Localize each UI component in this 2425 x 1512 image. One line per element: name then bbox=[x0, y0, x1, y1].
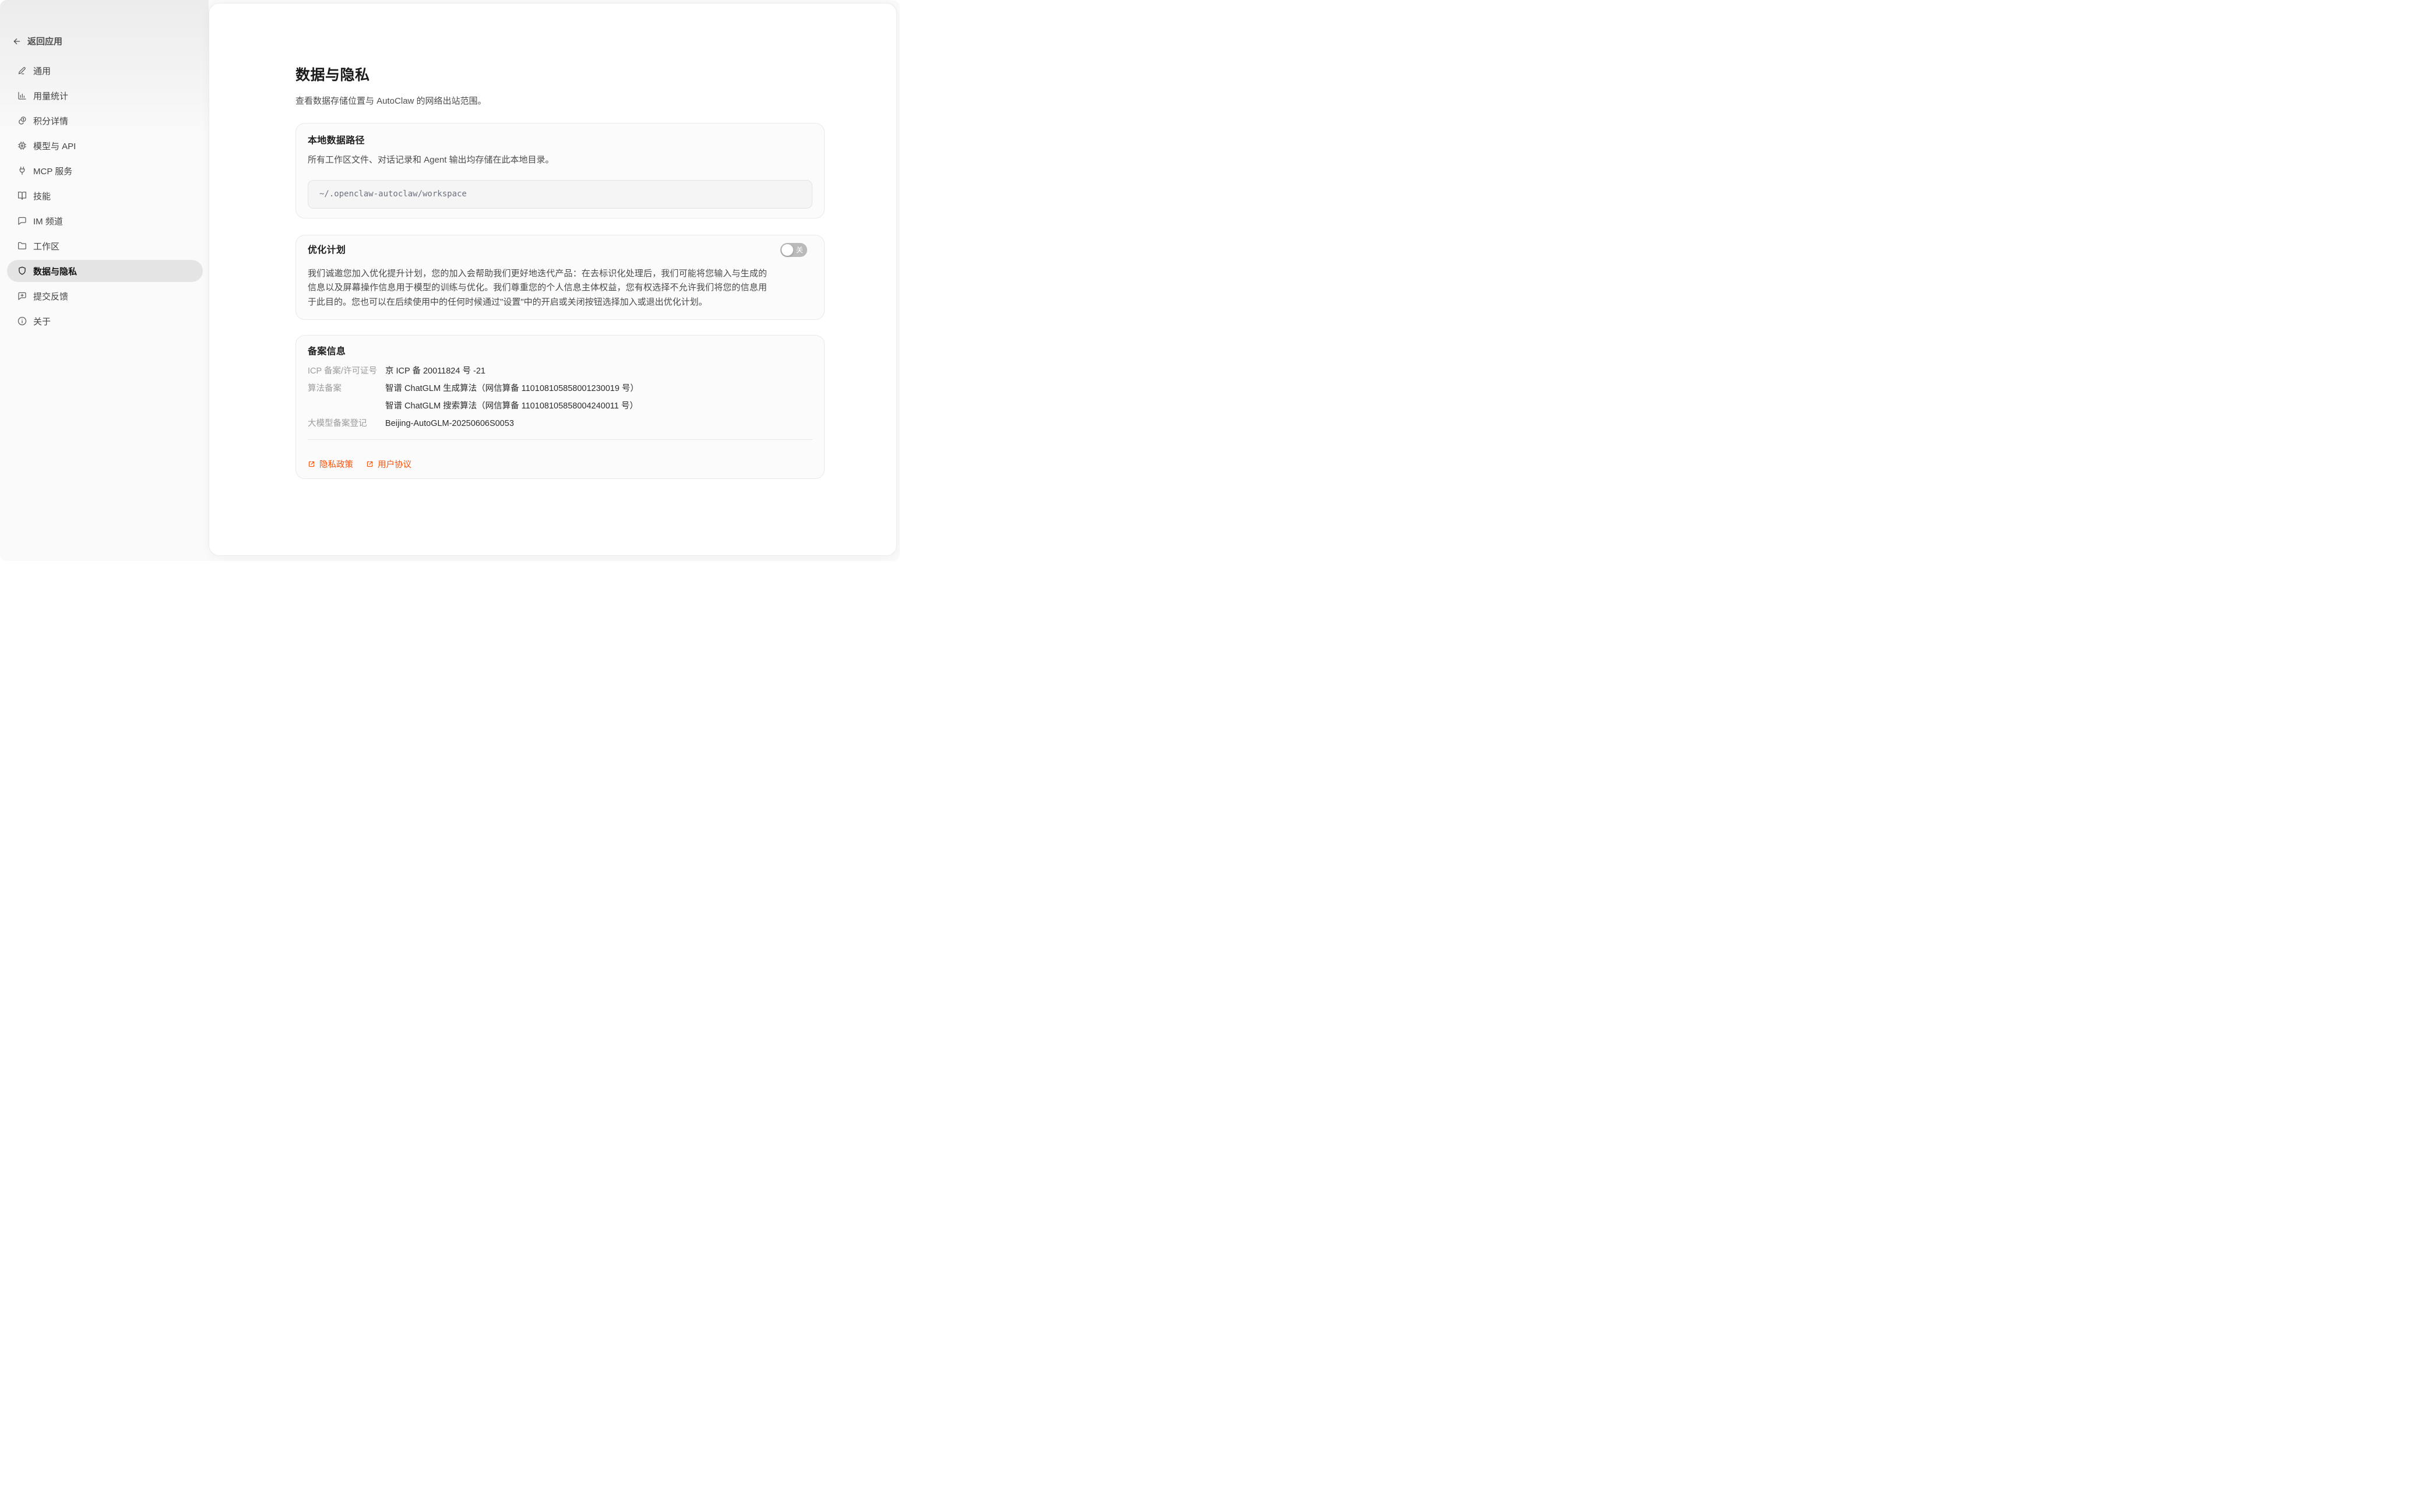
privacy-policy-label: 隐私政策 bbox=[319, 458, 353, 470]
filing-row-label: 算法备案 bbox=[308, 380, 385, 415]
sidebar-item-label: 提交反馈 bbox=[33, 290, 68, 302]
filing-row-label: 大模型备案登记 bbox=[308, 415, 385, 432]
workspace-path-value: ~/.openclaw-autoclaw/workspace bbox=[319, 189, 467, 199]
user-agreement-link[interactable]: 用户协议 bbox=[366, 458, 411, 470]
arrow-left-icon bbox=[12, 37, 22, 46]
filing-rows: ICP 备案/许可证号 京 ICP 备 20011824 号 -21 算法备案 … bbox=[308, 362, 812, 432]
sidebar-nav: 通用 用量统计 积分详情 模型与 API bbox=[7, 59, 203, 332]
filing-row-algorithm: 算法备案 智谱 ChatGLM 生成算法（网信算备 11010810585800… bbox=[308, 380, 812, 415]
sidebar-item-data-privacy[interactable]: 数据与隐私 bbox=[7, 260, 203, 282]
shield-icon bbox=[17, 266, 27, 276]
folder-icon bbox=[17, 241, 27, 251]
filing-info-title: 备案信息 bbox=[308, 346, 812, 357]
policy-links-row: 隐私政策 用户协议 bbox=[308, 458, 812, 474]
toggle-knob bbox=[782, 244, 793, 256]
page-subtitle: 查看数据存储位置与 AutoClaw 的网络出站范围。 bbox=[295, 95, 825, 107]
user-agreement-label: 用户协议 bbox=[378, 458, 411, 470]
filing-row-large-model: 大模型备案登记 Beijing-AutoGLM-20250606S0053 bbox=[308, 415, 812, 432]
local-data-path-description: 所有工作区文件、对话记录和 Agent 输出均存储在此本地目录。 bbox=[308, 154, 812, 167]
optimization-toggle[interactable]: 关 bbox=[780, 243, 807, 257]
sidebar-item-general[interactable]: 通用 bbox=[7, 59, 203, 82]
external-link-icon bbox=[366, 460, 374, 468]
info-icon bbox=[17, 316, 27, 326]
optimization-program-card: 优化计划 关 我们诚邀您加入优化提升计划，您的加入会帮助我们更好地迭代产品：在去… bbox=[295, 235, 825, 320]
sidebar-item-usage-stats[interactable]: 用量统计 bbox=[7, 84, 203, 107]
bar-chart-icon bbox=[17, 90, 27, 101]
filing-row-icp: ICP 备案/许可证号 京 ICP 备 20011824 号 -21 bbox=[308, 362, 812, 380]
filing-row-value: Beijing-AutoGLM-20250606S0053 bbox=[385, 415, 514, 432]
feedback-icon bbox=[17, 291, 27, 301]
filing-info-card: 备案信息 ICP 备案/许可证号 京 ICP 备 20011824 号 -21 … bbox=[295, 335, 825, 479]
filing-row-value: 智谱 ChatGLM 生成算法（网信算备 1101081058580012300… bbox=[385, 380, 639, 397]
filing-row-value: 智谱 ChatGLM 搜索算法（网信算备 1101081058580042400… bbox=[385, 397, 639, 415]
book-icon bbox=[17, 191, 27, 201]
toggle-state-label: 关 bbox=[796, 246, 803, 253]
settings-main-panel: 数据与隐私 查看数据存储位置与 AutoClaw 的网络出站范围。 本地数据路径… bbox=[209, 3, 897, 556]
sidebar-item-label: 工作区 bbox=[33, 240, 59, 252]
data-privacy-content: 数据与隐私 查看数据存储位置与 AutoClaw 的网络出站范围。 本地数据路径… bbox=[295, 3, 825, 479]
plug-icon bbox=[17, 165, 27, 176]
sidebar-item-label: 技能 bbox=[33, 190, 51, 202]
sidebar-item-label: MCP 服务 bbox=[33, 165, 72, 177]
sidebar-item-models-api[interactable]: 模型与 API bbox=[7, 135, 203, 157]
sidebar-item-label: IM 频道 bbox=[33, 215, 63, 227]
sidebar-item-label: 数据与隐私 bbox=[33, 265, 77, 277]
sidebar-item-workspace[interactable]: 工作区 bbox=[7, 235, 203, 257]
external-link-icon bbox=[308, 460, 315, 468]
sidebar-item-label: 通用 bbox=[33, 65, 51, 77]
sidebar-item-label: 模型与 API bbox=[33, 140, 76, 152]
filing-row-label: ICP 备案/许可证号 bbox=[308, 362, 385, 380]
filing-divider bbox=[308, 439, 812, 440]
coins-icon bbox=[17, 115, 27, 126]
optimization-program-title: 优化计划 bbox=[308, 245, 346, 256]
sidebar-item-credits[interactable]: 积分详情 bbox=[7, 110, 203, 132]
workspace-path-field[interactable]: ~/.openclaw-autoclaw/workspace bbox=[308, 180, 812, 209]
back-to-app-label: 返回应用 bbox=[27, 35, 62, 47]
sidebar-item-skills[interactable]: 技能 bbox=[7, 185, 203, 207]
sidebar-item-feedback[interactable]: 提交反馈 bbox=[7, 285, 203, 307]
chat-bubble-icon bbox=[17, 216, 27, 226]
sidebar-item-im-channels[interactable]: IM 频道 bbox=[7, 210, 203, 232]
app-window: 返回应用 通用 用量统计 积分详情 bbox=[0, 0, 900, 561]
settings-sidebar: 返回应用 通用 用量统计 积分详情 bbox=[0, 0, 209, 561]
filing-row-value: 京 ICP 备 20011824 号 -21 bbox=[385, 362, 485, 380]
privacy-policy-link[interactable]: 隐私政策 bbox=[308, 458, 353, 470]
sidebar-item-mcp-services[interactable]: MCP 服务 bbox=[7, 160, 203, 182]
chip-icon bbox=[17, 140, 27, 151]
pencil-icon bbox=[17, 65, 27, 76]
local-data-path-card: 本地数据路径 所有工作区文件、对话记录和 Agent 输出均存储在此本地目录。 … bbox=[295, 123, 825, 218]
sidebar-item-label: 用量统计 bbox=[33, 90, 68, 102]
sidebar-item-about[interactable]: 关于 bbox=[7, 310, 203, 332]
page-title: 数据与隐私 bbox=[295, 66, 825, 84]
local-data-path-title: 本地数据路径 bbox=[308, 135, 812, 146]
sidebar-item-label: 关于 bbox=[33, 315, 51, 327]
back-to-app-button[interactable]: 返回应用 bbox=[12, 35, 62, 47]
sidebar-item-label: 积分详情 bbox=[33, 115, 68, 127]
optimization-program-description: 我们诚邀您加入优化提升计划，您的加入会帮助我们更好地迭代产品：在去标识化处理后，… bbox=[308, 267, 767, 310]
